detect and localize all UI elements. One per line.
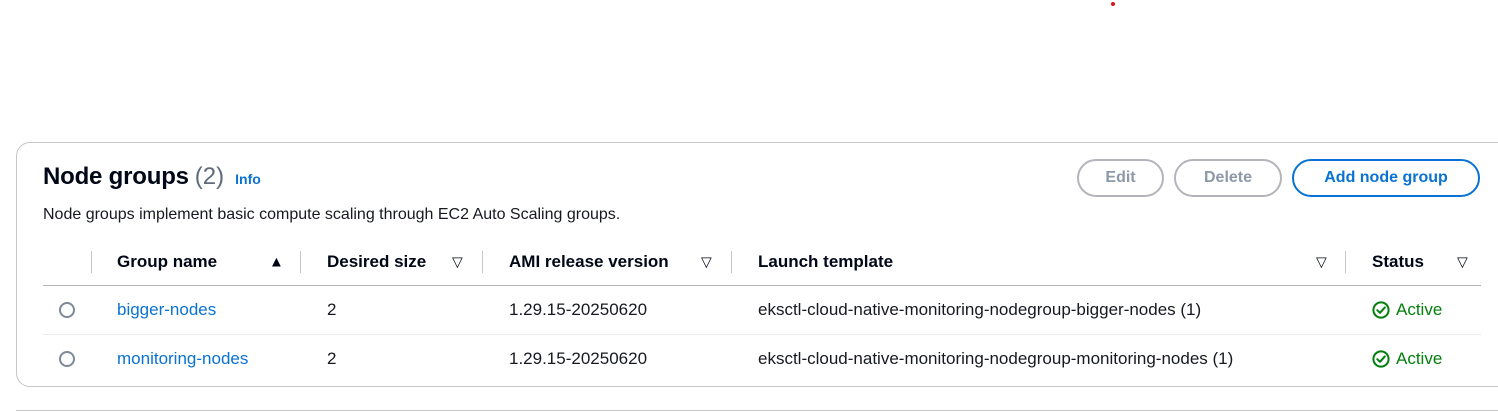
info-link[interactable]: Info (235, 171, 261, 187)
radio-button[interactable] (59, 351, 75, 367)
node-groups-table: Group name ▲ Desired size ▽ AMI release … (43, 239, 1481, 383)
ami-release-version-value: 1.29.15-20250620 (509, 349, 648, 368)
panel-description: Node groups implement basic compute scal… (43, 206, 621, 223)
sort-icon[interactable]: ▽ (701, 254, 712, 271)
panel-title: Node groups (43, 163, 189, 190)
panel-count: (2) (194, 163, 225, 190)
panel-actions: Edit Delete Add node group (1077, 159, 1480, 197)
column-header-desired-size[interactable]: Desired size (327, 239, 426, 285)
table-row[interactable]: bigger-nodes 2 1.29.15-20250620 eksctl-c… (43, 286, 1481, 335)
group-name-link[interactable]: bigger-nodes (117, 286, 216, 334)
column-separator (482, 251, 483, 273)
ami-release-version-value: 1.29.15-20250620 (509, 300, 648, 319)
status-badge: Active (1372, 286, 1442, 334)
sort-icon[interactable]: ▽ (452, 254, 463, 271)
column-separator (91, 251, 92, 273)
sort-ascending-icon[interactable]: ▲ (269, 254, 284, 271)
column-header-ami-release-version[interactable]: AMI release version (509, 239, 669, 285)
radio-button[interactable] (59, 302, 75, 318)
delete-button[interactable]: Delete (1174, 159, 1282, 197)
table-row[interactable]: monitoring-nodes 2 1.29.15-20250620 eksc… (43, 335, 1481, 383)
row-radio[interactable] (59, 335, 75, 383)
edit-button[interactable]: Edit (1077, 159, 1164, 197)
launch-template-value: eksctl-cloud-native-monitoring-nodegroup… (758, 300, 1202, 319)
column-separator (1345, 251, 1346, 273)
column-header-group-name[interactable]: Group name (117, 239, 217, 285)
launch-template-value: eksctl-cloud-native-monitoring-nodegroup… (758, 349, 1234, 368)
group-name-link[interactable]: monitoring-nodes (117, 335, 248, 383)
red-dot-marker (1111, 2, 1115, 6)
row-radio[interactable] (59, 286, 75, 334)
column-header-status[interactable]: Status (1372, 239, 1424, 285)
sort-icon[interactable]: ▽ (1316, 254, 1327, 271)
column-header-launch-template[interactable]: Launch template (758, 239, 893, 285)
column-separator (300, 251, 301, 273)
status-badge: Active (1372, 335, 1442, 383)
check-circle-icon (1372, 350, 1390, 368)
panel-header: Node groups (2) Info (43, 163, 261, 191)
section-divider (16, 410, 1498, 411)
column-separator (731, 251, 732, 273)
status-text: Active (1396, 349, 1443, 368)
table-header-row: Group name ▲ Desired size ▽ AMI release … (43, 239, 1481, 286)
desired-size-value: 2 (327, 349, 337, 368)
check-circle-icon (1372, 301, 1390, 319)
node-groups-panel: Node groups (2) Info Node groups impleme… (16, 142, 1498, 387)
add-node-group-button[interactable]: Add node group (1292, 159, 1480, 197)
status-text: Active (1396, 300, 1443, 319)
desired-size-value: 2 (327, 300, 337, 319)
sort-icon[interactable]: ▽ (1457, 254, 1468, 271)
